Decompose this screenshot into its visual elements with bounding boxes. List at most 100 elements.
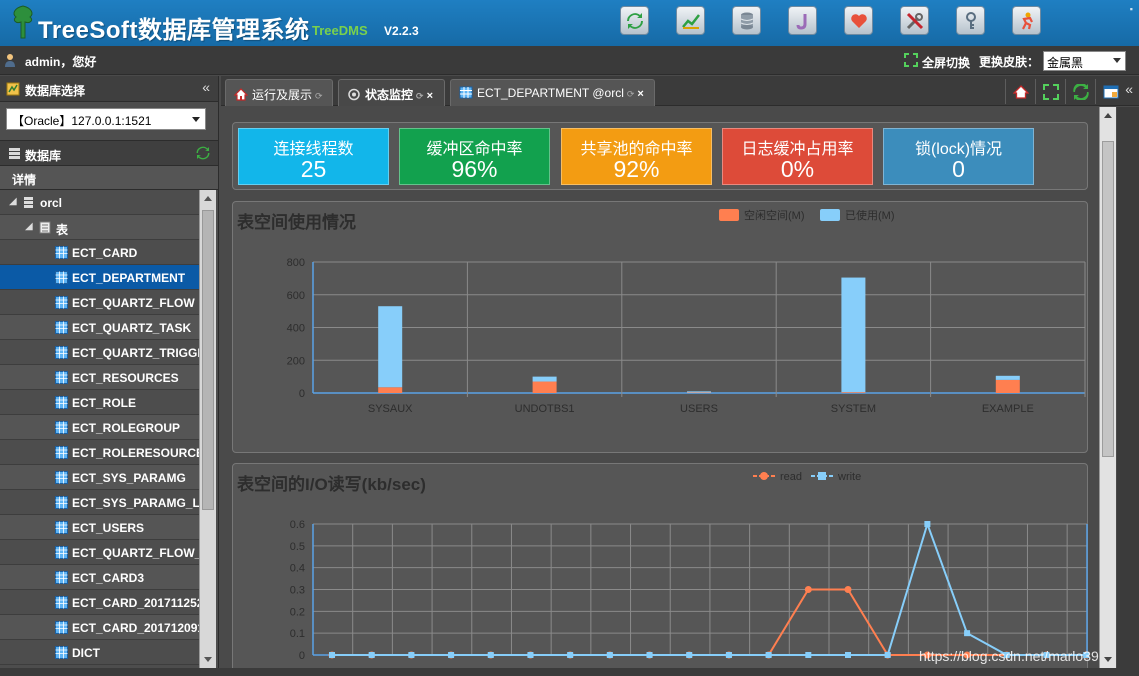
tree-item-label: ECT_ROLEGROUP — [72, 421, 181, 435]
skin-select[interactable]: 金属黑 — [1043, 51, 1126, 71]
data-point — [686, 652, 693, 658]
tree-item[interactable]: ECT_SYS_PARAMG_LC — [0, 490, 199, 515]
fullscreen-toggle[interactable]: 全屏切换 — [922, 54, 970, 71]
home-icon — [234, 88, 248, 101]
sidebar-collapse-button[interactable]: « — [202, 79, 210, 95]
tree-item[interactable]: DICT — [0, 640, 199, 665]
scroll-up-arrow-icon[interactable] — [1104, 113, 1112, 118]
close-icon[interactable]: × — [427, 90, 433, 102]
tree-expand-icon[interactable]: ◢ — [9, 196, 17, 207]
window-button[interactable] — [1095, 79, 1125, 104]
table-icon — [55, 371, 68, 384]
table-folder-icon — [39, 221, 51, 234]
scroll-thumb[interactable] — [1102, 141, 1114, 457]
tree-item[interactable]: ECT_DEPARTMENT — [0, 265, 199, 290]
tree-item[interactable]: ECT_USERS — [0, 515, 199, 540]
scroll-thumb[interactable] — [202, 210, 214, 510]
tree-item-label: ECT_RESOURCES — [72, 371, 179, 385]
data-point — [408, 652, 415, 658]
sidebar-scrollbar[interactable] — [199, 190, 216, 668]
watermark-text: https://blog.csdn.net/marlo39 — [919, 648, 1099, 664]
chart-title: 表空间的I/O读写(kb/sec) — [237, 475, 426, 494]
tablespace-usage-chart: 空闲空间(M) 已使用(M) 0 200 400 600 800 SYSAUX UNDOTBS1… — [287, 208, 1086, 415]
tree-expand-icon[interactable]: ◢ — [25, 221, 33, 232]
tree-item[interactable]: ECT_CARD3 — [0, 565, 199, 590]
java-button[interactable] — [788, 6, 817, 35]
fullscreen-icon[interactable] — [904, 53, 918, 67]
tab-status-monitor[interactable]: 状态监控 ⟳ × — [338, 79, 445, 106]
y-tick-label: 600 — [287, 290, 305, 302]
y-tick-label: 800 — [287, 257, 305, 269]
favorite-button[interactable] — [844, 6, 873, 35]
tools-icon — [906, 12, 923, 29]
sidebar: 数据库选择 « 【Oracle】127.0.0.1:1521 数据库 详情 ◢ o… — [0, 76, 219, 668]
tab-refresh-icon[interactable]: ⟳ — [627, 89, 635, 99]
user-button[interactable] — [1012, 6, 1041, 35]
scroll-down-arrow-icon[interactable] — [1104, 657, 1112, 662]
content-scrollbar[interactable] — [1099, 107, 1116, 668]
legend-label: 已使用(M) — [845, 209, 895, 222]
tree-item[interactable]: ECT_ROLERESOURCES — [0, 440, 199, 465]
refresh-button[interactable] — [620, 6, 649, 35]
y-tick-label: 0.1 — [290, 628, 305, 640]
x-tick-label: UNDOTBS1 — [515, 403, 575, 415]
tree-item[interactable]: ECT_QUARTZ_FLOW — [0, 290, 199, 315]
table-icon — [55, 396, 68, 409]
tree-item[interactable]: ECT_SYS_PARAMG — [0, 465, 199, 490]
bar — [378, 387, 403, 393]
legend-label: read — [780, 471, 802, 483]
home-button[interactable] — [1005, 79, 1035, 104]
connection-select[interactable]: 【Oracle】127.0.0.1:1521 — [6, 108, 206, 130]
tree-item[interactable]: ECT_QUARTZ_TRIGGE — [0, 340, 199, 365]
tab-refresh-icon[interactable]: ⟳ — [315, 91, 323, 101]
tab-run-display[interactable]: 运行及展示 ⟳ — [225, 79, 333, 106]
right-collapse-button[interactable]: « — [1125, 81, 1133, 97]
tab-ect-department[interactable]: ECT_DEPARTMENT @orcl ⟳ × — [450, 79, 655, 106]
tools-button[interactable] — [900, 6, 929, 35]
tree-item-label: ECT_CARD — [72, 246, 138, 260]
database-panel-header: 数据库 — [0, 140, 218, 166]
tree-item[interactable]: ECT_CARD_2017112520 — [0, 590, 199, 615]
data-point — [805, 652, 812, 658]
database-select-icon — [6, 82, 20, 96]
tree-item-label: ECT_QUARTZ_FLOW_L — [72, 546, 199, 560]
tree-item[interactable]: ◢ orcl — [0, 190, 199, 215]
tab-refresh-icon[interactable]: ⟳ — [416, 91, 424, 101]
tree-item[interactable]: ECT_RESOURCES — [0, 365, 199, 390]
tree-item[interactable]: ECT_ROLEGROUP — [0, 415, 199, 440]
tree-item[interactable]: ECT_CARD — [0, 240, 199, 265]
scroll-up-arrow-icon[interactable] — [204, 196, 212, 201]
stat-value: 0 — [952, 156, 965, 182]
user-icon — [5, 54, 15, 67]
table-icon — [55, 346, 68, 359]
tree-item[interactable]: ECT_CARD_2017120918 — [0, 615, 199, 640]
tree-item[interactable]: ECT_QUARTZ_TASK — [0, 315, 199, 340]
tree-item[interactable]: ◢ 表 — [0, 215, 199, 240]
data-point — [646, 652, 653, 658]
close-icon[interactable]: × — [637, 88, 643, 100]
database-button[interactable] — [732, 6, 761, 35]
maximize-button[interactable] — [1035, 79, 1065, 104]
bar — [532, 376, 557, 382]
main-toolbar — [620, 6, 1041, 35]
table-icon — [55, 471, 68, 484]
x-tick-label: EXAMPLE — [982, 403, 1034, 415]
database-panel-title: 数据库 — [25, 149, 62, 163]
sql-button[interactable] — [676, 6, 705, 35]
key-button[interactable] — [956, 6, 985, 35]
x-tick-label: SYSAUX — [368, 403, 413, 415]
tree-item-label: 表 — [56, 223, 69, 237]
scroll-down-arrow-icon[interactable] — [204, 657, 212, 662]
tree-item[interactable]: ECT_QUARTZ_FLOW_L — [0, 540, 199, 565]
database-tree: ◢ orcl ◢ 表 ECT_CARD ECT_DEPARTMENT ECT_QUARTZ_… — [0, 190, 199, 668]
bar — [687, 391, 711, 393]
table-icon — [55, 646, 68, 659]
tree-item[interactable]: ECT_ROLE — [0, 390, 199, 415]
welcome-text: admin，您好 — [25, 55, 97, 69]
stat-card-buffer-hit: 缓冲区命中率 96% — [399, 128, 550, 185]
refresh-icon[interactable] — [196, 146, 210, 160]
stat-card-locks: 锁(lock)情况 0 — [883, 128, 1034, 185]
reload-button[interactable] — [1065, 79, 1095, 104]
tree-item-label: ECT_USERS — [72, 521, 145, 535]
status-bar: admin，您好 全屏切换 更换皮肤： 金属黑 — [0, 46, 1139, 75]
